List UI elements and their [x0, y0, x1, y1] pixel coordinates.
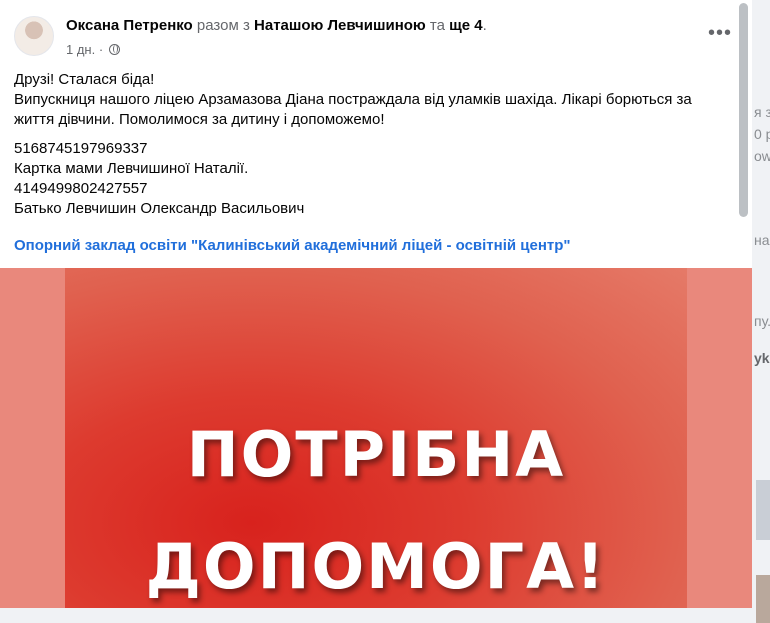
others-link[interactable]: ще 4: [449, 17, 483, 34]
background-thumbnail: [756, 575, 770, 623]
page-mention-link[interactable]: Опорний заклад освіти "Калинівський акад…: [14, 237, 571, 254]
post-text: Друзі! Сталася біда! Випускниця нашого л…: [14, 70, 734, 228]
text-line: Випускниця нашого ліцею Арзамазова Діана…: [14, 91, 692, 128]
card-number: 4149499802427557: [14, 180, 148, 197]
background-text-fragment: пу.: [754, 313, 770, 329]
background-text-fragment: 0 р: [754, 126, 770, 142]
post-paragraph: Друзі! Сталася біда! Випускниця нашого л…: [14, 70, 734, 130]
globe-icon: [108, 44, 120, 55]
post-image[interactable]: ПОТРІБНА ДОПОМОГА!: [0, 268, 752, 608]
poster-graphic: ПОТРІБНА ДОПОМОГА!: [65, 268, 687, 608]
background-feed-edge: я з 0 р ow на пу. yka: [752, 0, 770, 623]
image-side-padding: [0, 268, 65, 608]
poster-text-line: ПОТРІБНА: [186, 418, 566, 491]
post-meta: 1 дн. ·: [66, 42, 120, 57]
meta-separator: ·: [98, 42, 104, 57]
background-text-fragment: ow: [754, 148, 770, 164]
author-name-link[interactable]: Оксана Петренко: [66, 17, 193, 34]
tagged-user-link[interactable]: Наташою Левчишиною: [254, 17, 426, 34]
scrollbar-thumb[interactable]: [739, 3, 748, 217]
post-header: Оксана Петренко разом з Наташою Левчишин…: [66, 17, 487, 34]
with-text: разом з: [196, 17, 250, 34]
scrollbar[interactable]: [738, 0, 750, 623]
and-text: та: [429, 17, 445, 34]
text-line: Картка мами Левчишиної Наталії.: [14, 160, 249, 177]
card-bottom: [0, 608, 752, 623]
poster-text-line: ДОПОМОГА!: [145, 530, 607, 603]
post-timestamp-link[interactable]: 1 дн.: [66, 42, 95, 57]
author-avatar[interactable]: [14, 16, 54, 56]
period: .: [482, 17, 487, 34]
background-text-fragment: yka: [754, 350, 770, 366]
post-card: Оксана Петренко разом з Наташою Левчишин…: [0, 0, 752, 623]
background-thumbnail: [756, 480, 770, 540]
text-line: Батько Левчишин Олександр Васильович: [14, 200, 305, 217]
card-number: 5168745197969337: [14, 140, 148, 157]
text-line: Друзі! Сталася біда!: [14, 71, 155, 88]
post-paragraph: 5168745197969337 Картка мами Левчишиної …: [14, 139, 734, 219]
background-text-fragment: я з: [754, 104, 770, 120]
more-options-button[interactable]: •••: [704, 23, 736, 48]
background-text-fragment: на: [754, 232, 770, 248]
